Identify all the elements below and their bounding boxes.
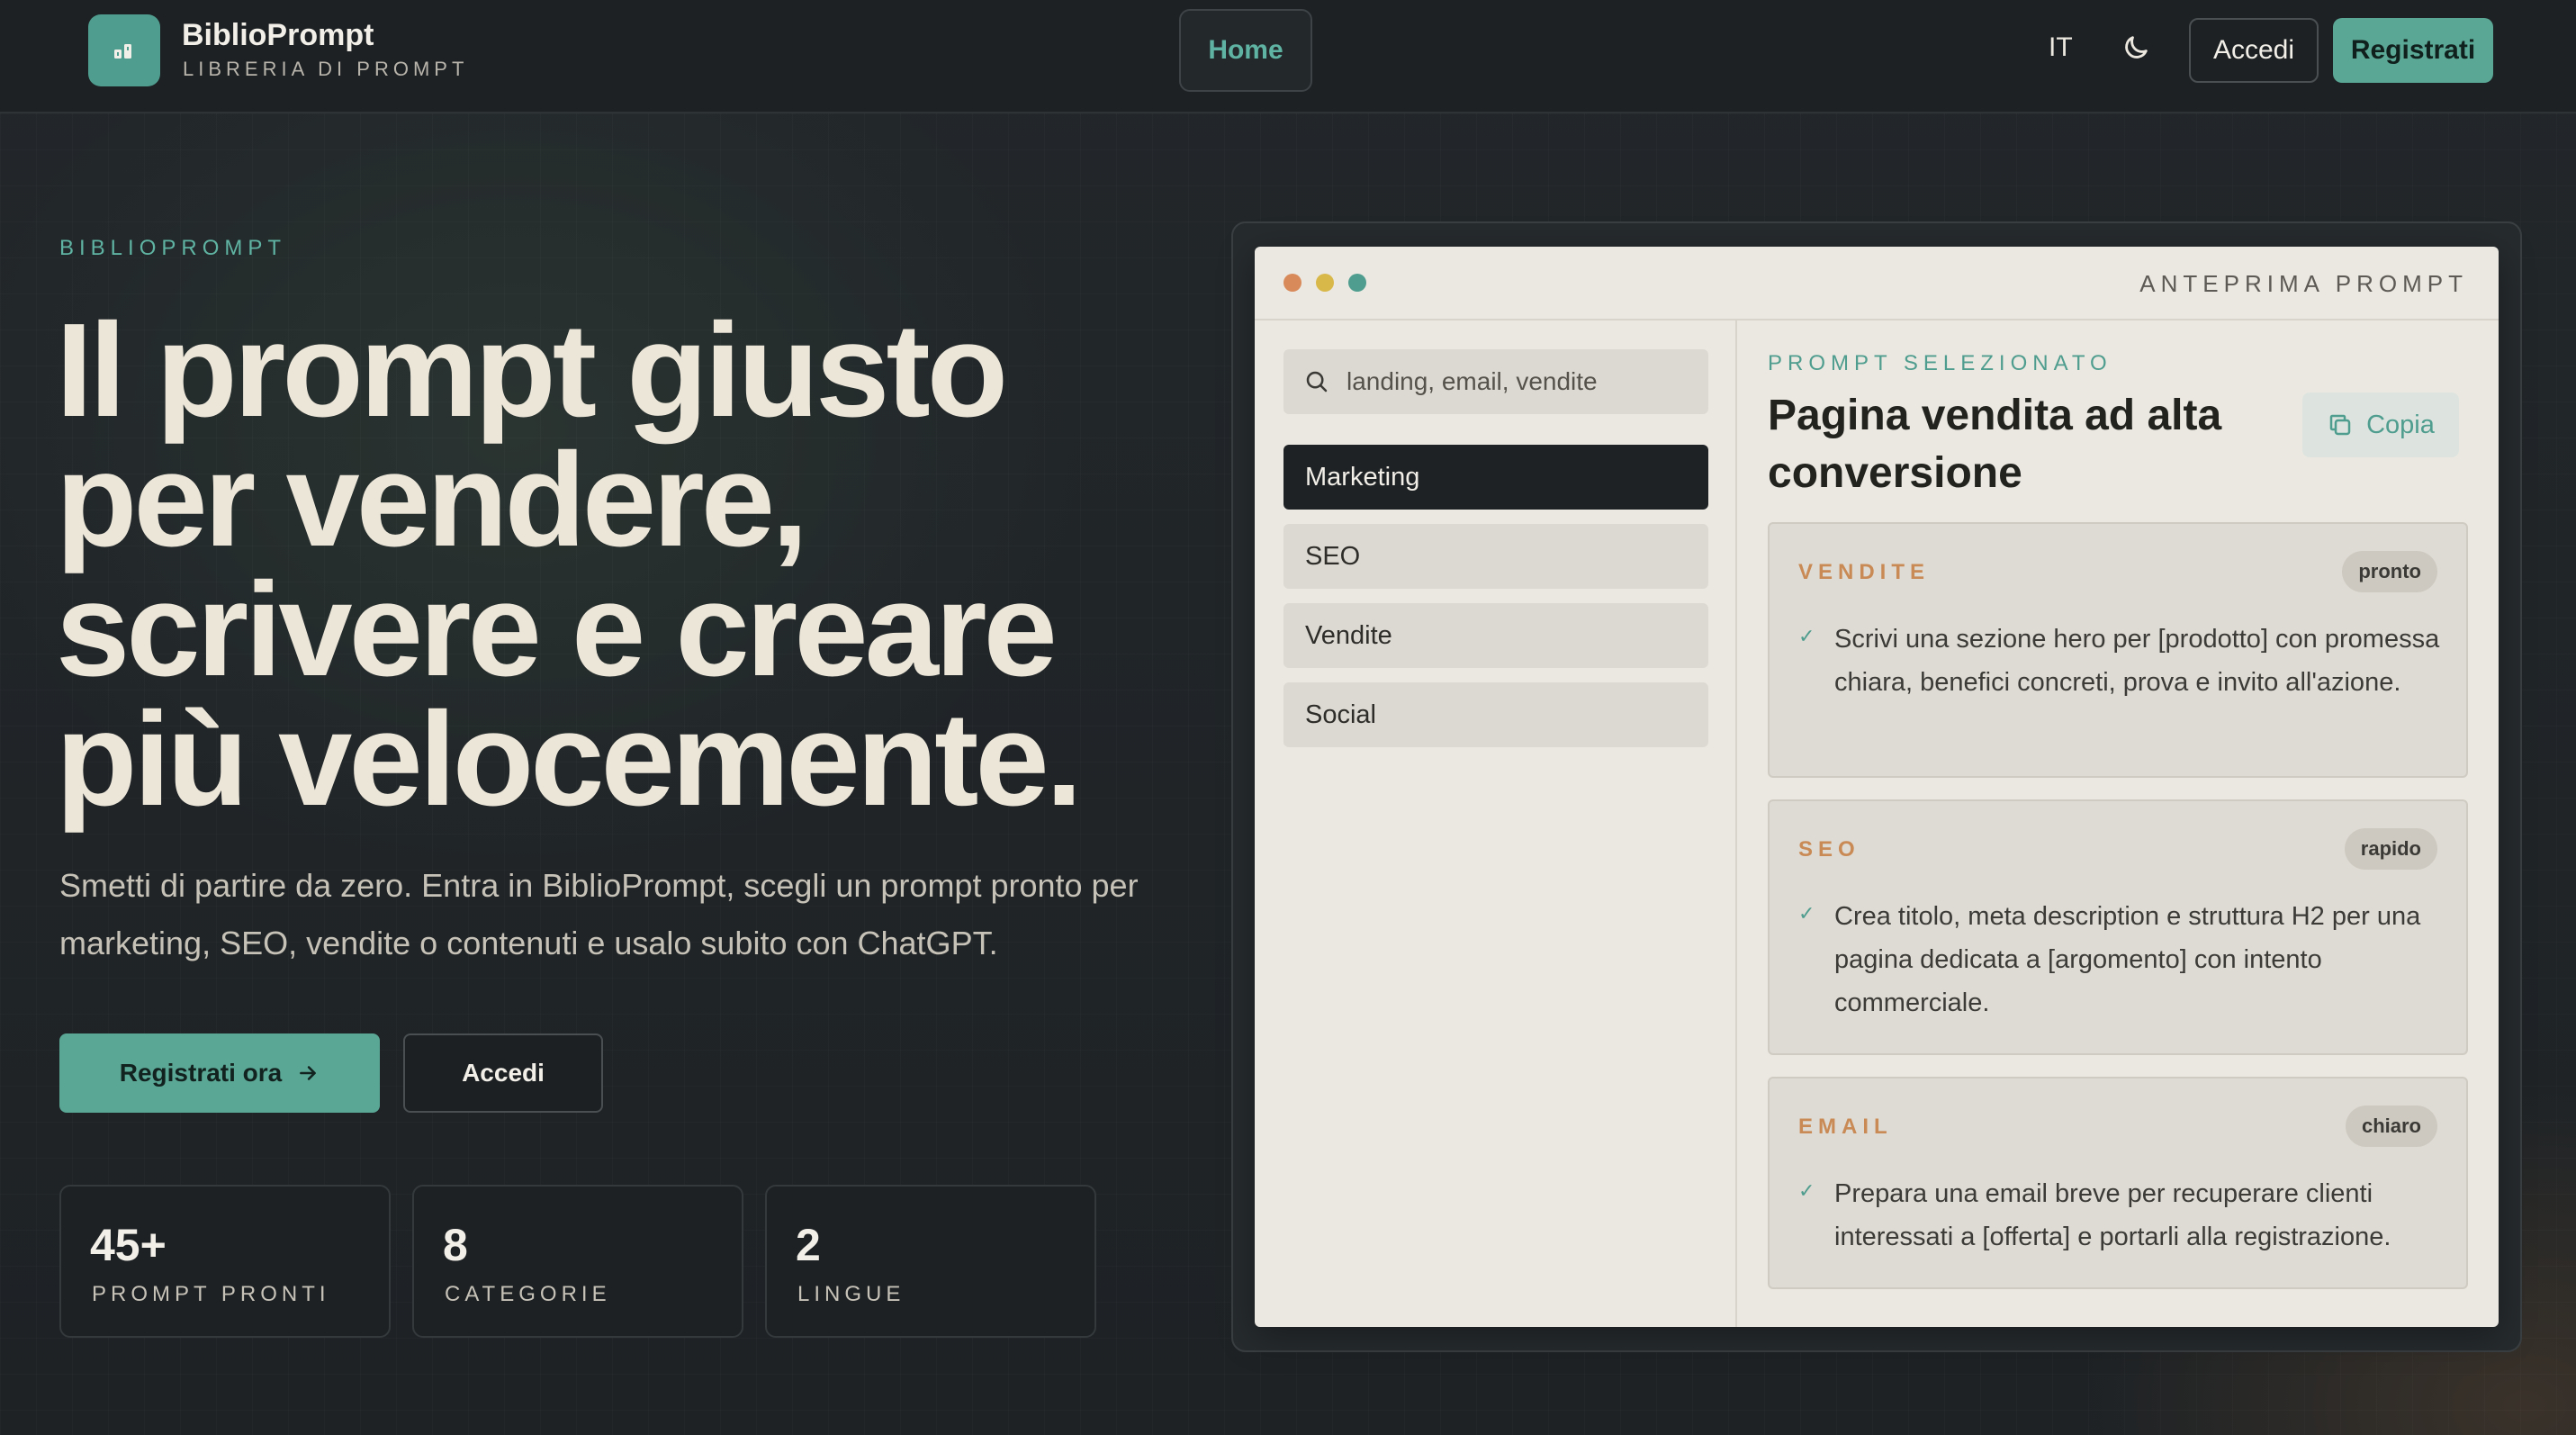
prompt-card-text: Prepara una email breve per recuperare c… [1834, 1179, 2391, 1251]
prompt-detail-panel: PROMPT SELEZIONATO Pagina vendita ad alt… [1739, 320, 2499, 1327]
category-seo[interactable]: SEO [1283, 524, 1708, 589]
prompt-card[interactable]: SEO rapido ✓ Crea titolo, meta descripti… [1768, 799, 2468, 1055]
category-social[interactable]: Social [1283, 682, 1708, 747]
stat-card: 45+ PROMPT PRONTI [59, 1185, 391, 1338]
search-input[interactable]: landing, email, vendite [1283, 349, 1708, 414]
status-badge: chiaro [2345, 1106, 2437, 1147]
stat-value: 45+ [90, 1220, 167, 1270]
logo-icon[interactable] [88, 14, 160, 86]
brand-tagline: LIBRERIA DI PROMPT [183, 58, 469, 80]
hero-eyebrow: BIBLIOPROMPT [59, 236, 287, 260]
hero-title-line: più velocemente. [56, 685, 1083, 834]
hero-title-line: Il prompt giusto [56, 296, 1008, 445]
hero-title: Il prompt giusto per vendere, scrivere e… [56, 296, 1226, 834]
register-now-button[interactable]: Registrati ora [59, 1033, 380, 1113]
top-navbar: BiblioPrompt LIBRERIA DI PROMPT Home IT … [0, 0, 2576, 113]
search-icon [1306, 371, 1328, 393]
prompt-card[interactable]: EMAIL chiaro ✓ Prepara una email breve p… [1768, 1077, 2468, 1289]
selected-prompt-title: Pagina vendita ad alta conversione [1768, 392, 2222, 497]
window-titlebar: ANTEPRIMA PROMPT [1255, 247, 2499, 320]
prompt-card-name: SEO [1798, 837, 1860, 862]
copy-button[interactable]: Copia [2302, 393, 2459, 457]
category-sidebar: landing, email, vendite Marketing SEO Ve… [1255, 320, 1737, 1327]
window-title: ANTEPRIMA PROMPT [2139, 270, 2468, 297]
nav-home-link[interactable]: Home [1179, 9, 1312, 92]
prompt-preview-window: ANTEPRIMA PROMPT landing, email, vendite… [1255, 247, 2499, 1327]
copy-label: Copia [2366, 410, 2435, 439]
window-dot-red [1283, 274, 1302, 292]
stat-card: 8 CATEGORIE [412, 1185, 743, 1338]
register-button[interactable]: Registrati [2333, 18, 2493, 83]
register-now-label: Registrati ora [119, 1059, 283, 1087]
check-icon: ✓ [1798, 1179, 1815, 1202]
stat-value: 2 [796, 1220, 821, 1270]
hero-subtitle: Smetti di partire da zero. Entra in Bibl… [59, 867, 1139, 961]
copy-icon [2329, 414, 2351, 436]
moon-icon[interactable] [2121, 32, 2157, 68]
brand-name[interactable]: BiblioPrompt [182, 18, 374, 53]
category-marketing[interactable]: Marketing [1283, 445, 1708, 510]
stat-value: 8 [443, 1220, 468, 1270]
category-vendite[interactable]: Vendite [1283, 603, 1708, 668]
status-badge: pronto [2342, 551, 2437, 592]
search-placeholder: landing, email, vendite [1347, 367, 1598, 395]
stat-label: LINGUE [797, 1282, 905, 1306]
status-badge: rapido [2344, 828, 2437, 870]
check-icon: ✓ [1798, 902, 1815, 925]
language-toggle[interactable]: IT [2049, 32, 2073, 63]
prompt-card-name: VENDITE [1798, 560, 1931, 584]
prompt-card-text: Crea titolo, meta description e struttur… [1834, 902, 2421, 1017]
stat-card: 2 LINGUE [765, 1185, 1096, 1338]
hero-title-line: scrivere e creare [56, 555, 1058, 704]
login-button[interactable]: Accedi [2189, 18, 2319, 83]
window-dot-yellow [1316, 274, 1334, 292]
window-dot-green [1348, 274, 1366, 292]
arrow-right-icon [300, 1066, 317, 1080]
hero-login-button[interactable]: Accedi [403, 1033, 603, 1113]
prompt-card-name: EMAIL [1798, 1115, 1893, 1139]
prompt-card[interactable]: VENDITE pronto ✓ Scrivi una sezione hero… [1768, 522, 2468, 778]
stat-label: PROMPT PRONTI [92, 1282, 330, 1306]
prompt-card-text: Scrivi una sezione hero per [prodotto] c… [1834, 625, 2440, 697]
selected-eyebrow: PROMPT SELEZIONATO [1768, 351, 2112, 375]
check-icon: ✓ [1798, 625, 1815, 647]
stat-label: CATEGORIE [445, 1282, 611, 1306]
hero-title-line: per vendere, [56, 426, 808, 574]
